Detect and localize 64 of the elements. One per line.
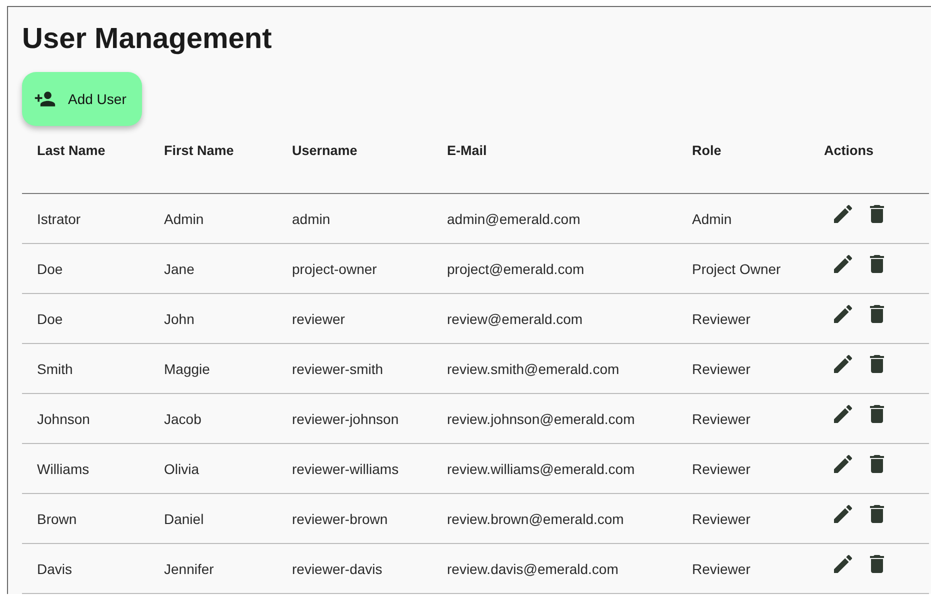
table-cell: Williams [37, 460, 90, 476]
table-cell: Smith [37, 360, 73, 376]
table-cell: John [164, 310, 194, 326]
column-header: Last Name [37, 143, 106, 158]
edit-icon[interactable] [834, 354, 852, 372]
table-cell: review.williams@emerald.com [447, 460, 635, 476]
table-cell: reviewer-davis [292, 560, 382, 576]
table-cell: project-owner [292, 260, 377, 276]
table-cell: Reviewer [692, 360, 750, 376]
edit-icon[interactable] [834, 554, 852, 572]
delete-icon[interactable] [870, 204, 884, 222]
table-cell: Reviewer [692, 460, 750, 476]
column-header: Role [692, 143, 722, 158]
table-cell: Daniel [164, 510, 204, 526]
table-cell: review.johnson@emerald.com [447, 410, 635, 426]
column-header: E-Mail [447, 143, 487, 158]
table-cell: Doe [37, 260, 63, 276]
table-cell: project@emerald.com [447, 260, 584, 276]
table-cell: reviewer-johnson [292, 410, 399, 426]
table-cell: Jane [164, 260, 194, 276]
table-cell: Maggie [164, 360, 210, 376]
table-cell: reviewer-brown [292, 510, 388, 526]
table-cell: Olivia [164, 460, 200, 476]
column-header: Actions [824, 143, 874, 158]
table-cell: reviewer-smith [292, 360, 384, 376]
table-cell: review.smith@emerald.com [447, 360, 620, 376]
table-cell: admin [292, 210, 330, 226]
delete-icon[interactable] [870, 404, 884, 422]
delete-icon[interactable] [870, 554, 884, 572]
add-user-button[interactable]: Add User [22, 72, 142, 126]
edit-icon[interactable] [834, 404, 852, 422]
table-cell: Reviewer [692, 560, 750, 576]
table-cell: Jacob [164, 410, 202, 426]
table-cell: admin@emerald.com [447, 210, 580, 226]
table-cell: review.davis@emerald.com [447, 560, 618, 576]
delete-icon[interactable] [870, 254, 884, 272]
delete-icon[interactable] [870, 304, 884, 322]
table-cell: Reviewer [692, 310, 750, 326]
column-header: First Name [164, 143, 234, 158]
column-header: Username [292, 143, 358, 158]
table-cell: Admin [164, 210, 204, 226]
table-cell: Reviewer [692, 410, 750, 426]
edit-icon[interactable] [834, 454, 852, 472]
table-cell: Istrator [37, 210, 81, 226]
table-cell: review.brown@emerald.com [447, 510, 624, 526]
delete-icon[interactable] [870, 504, 884, 522]
edit-icon[interactable] [834, 204, 852, 222]
delete-icon[interactable] [870, 354, 884, 372]
edit-icon[interactable] [834, 304, 852, 322]
table-cell: Doe [37, 310, 63, 326]
table-cell: reviewer [292, 310, 345, 326]
table-cell: Admin [692, 210, 732, 226]
table-cell: Brown [37, 510, 77, 526]
table-cell: review@emerald.com [447, 310, 583, 326]
page-title: User Management [22, 22, 273, 57]
table-cell: Project Owner [692, 260, 781, 276]
table-cell: Davis [37, 560, 72, 576]
edit-icon[interactable] [834, 254, 852, 272]
table-cell: reviewer-williams [292, 460, 399, 476]
table-cell: Reviewer [692, 510, 750, 526]
edit-icon[interactable] [834, 504, 852, 522]
delete-icon[interactable] [870, 454, 884, 472]
table-cell: Johnson [37, 410, 90, 426]
table-cell: Jennifer [164, 560, 214, 576]
